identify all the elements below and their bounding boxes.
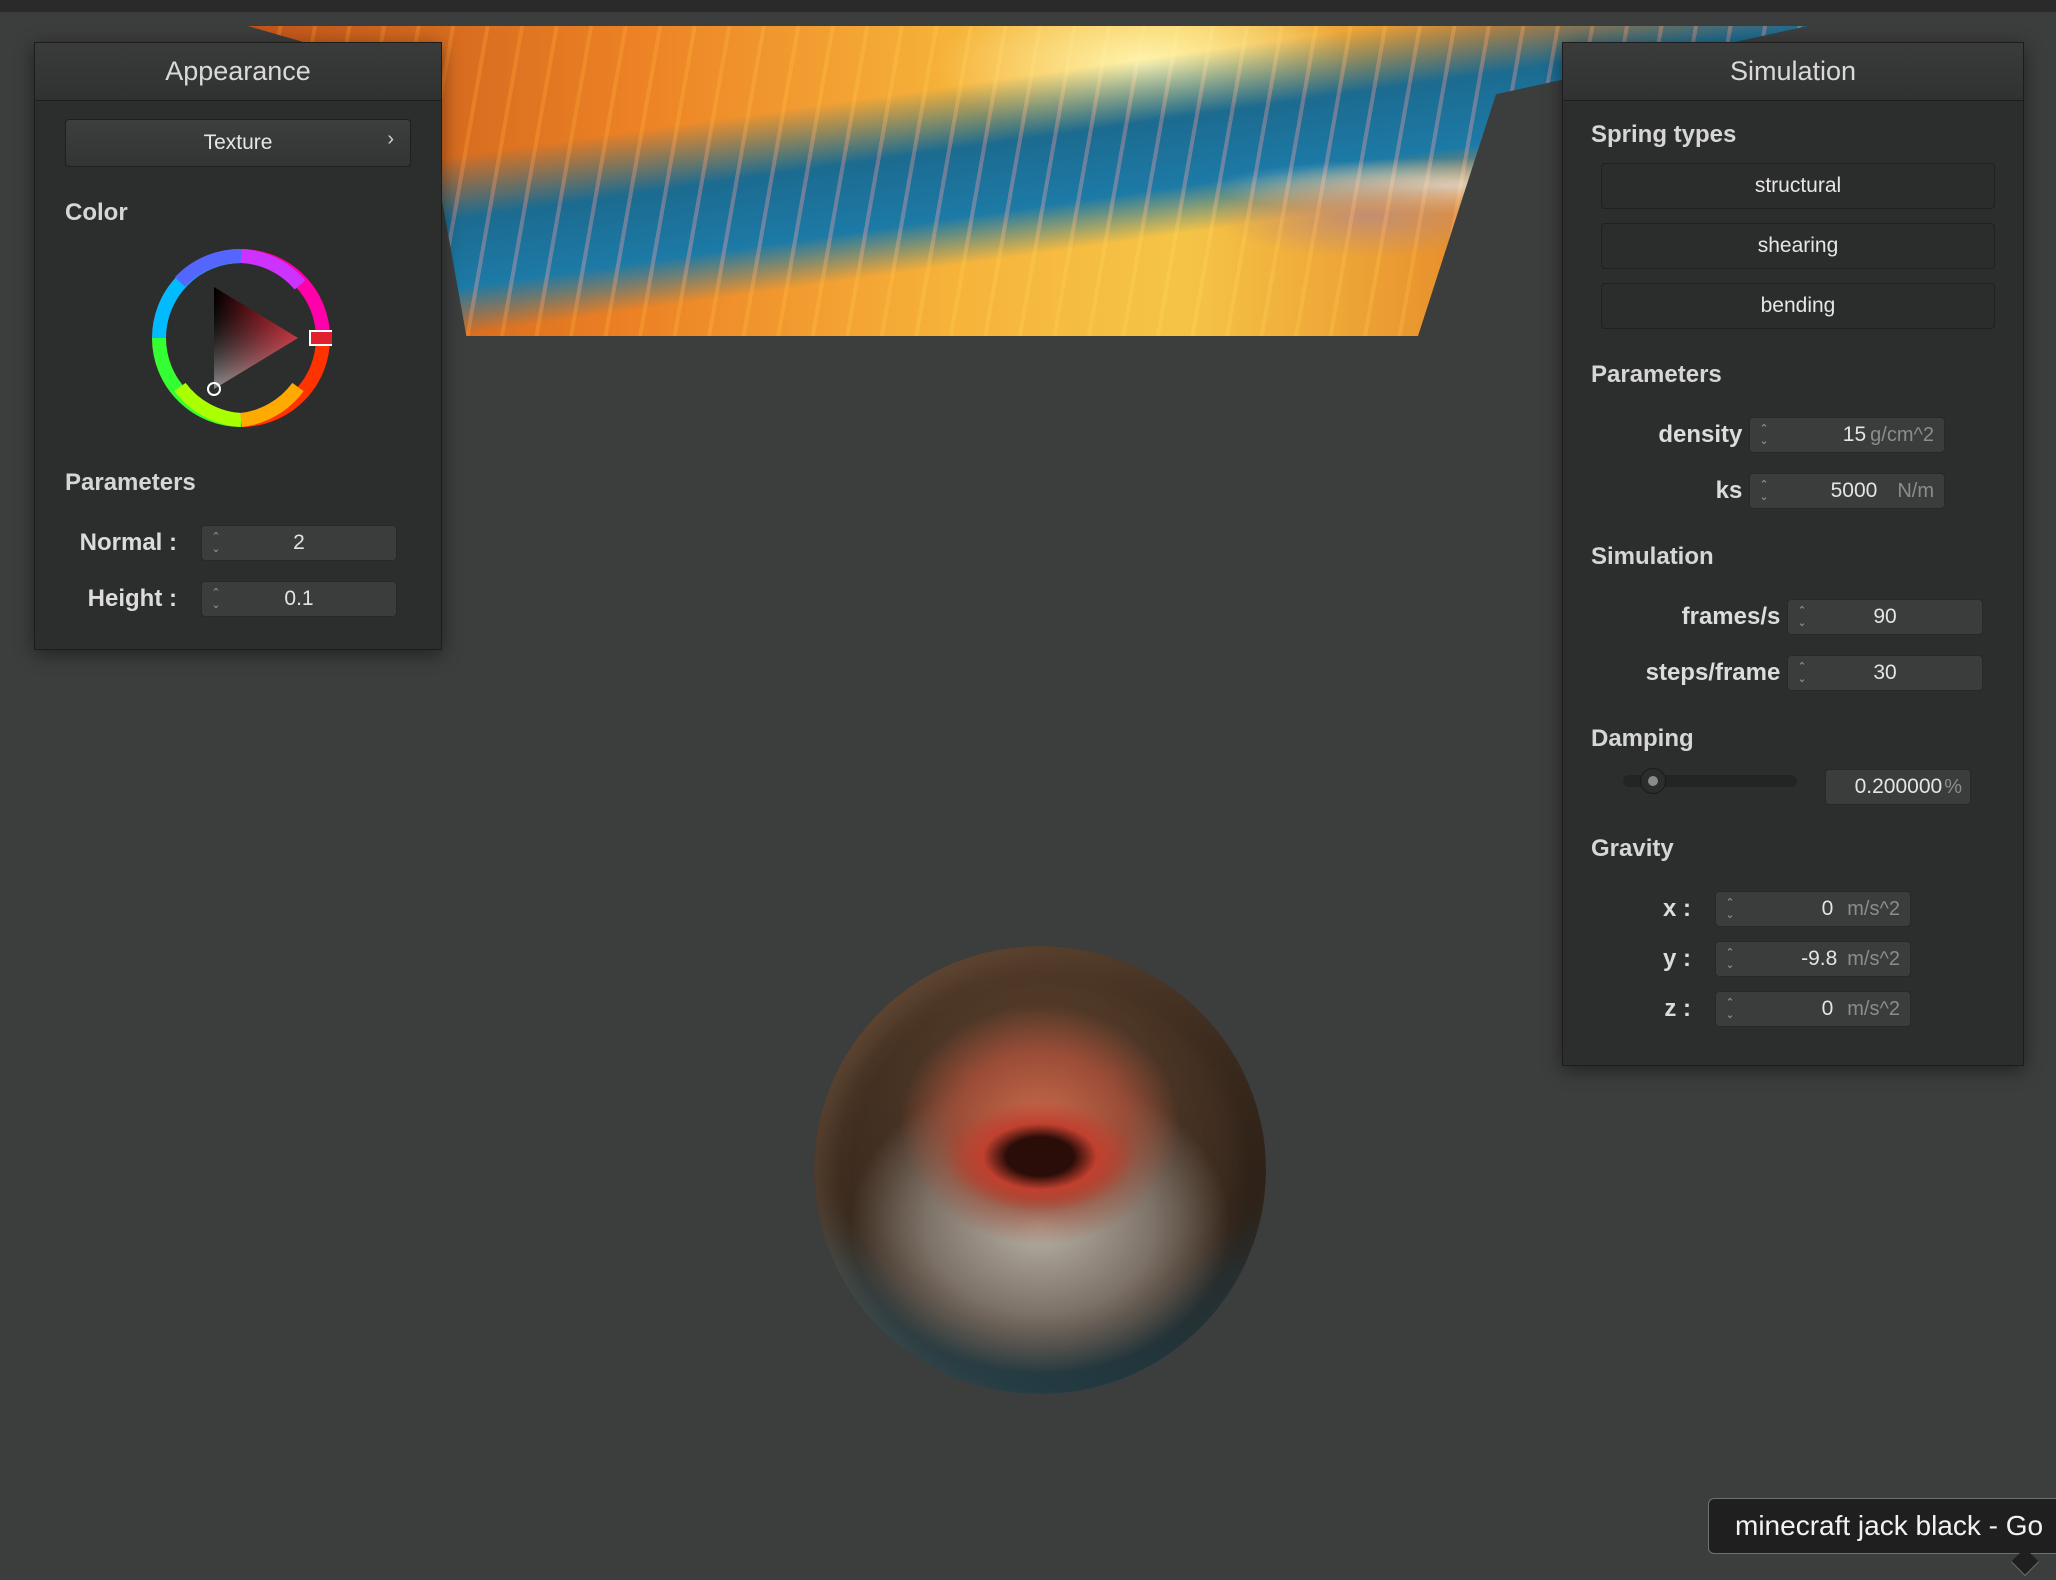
window-tooltip: minecraft jack black - Go (1708, 1498, 2056, 1554)
damping-unit: % (1944, 775, 1962, 798)
texture-button[interactable]: Texture › (65, 119, 411, 167)
damping-value: 0.200000 (1854, 775, 1943, 798)
damping-slider[interactable] (1623, 768, 1797, 794)
color-wheel[interactable] (150, 247, 337, 429)
gravity-y-unit: m/s^2 (1847, 947, 1900, 970)
density-unit: g/cm^2 (1870, 423, 1934, 446)
simulation-panel: Simulation Spring types structural shear… (1562, 42, 2024, 1066)
normal-label: Normal : (79, 529, 177, 556)
height-spinbox[interactable]: ⌃ ⌄ 0.1 (201, 581, 397, 617)
gravity-x-value: 0 (1821, 897, 1834, 920)
gravity-x-label: x : (1662, 895, 1691, 922)
chevron-right-icon: › (387, 128, 394, 150)
gravity-y-label: y : (1662, 945, 1691, 972)
steps-label: steps/frame : (1645, 659, 1795, 686)
gravity-y-value: -9.8 (1801, 947, 1838, 970)
ks-spinbox[interactable]: ⌃ ⌄ 5000 N/m (1749, 473, 1945, 509)
gravity-z-unit: m/s^2 (1847, 997, 1900, 1020)
density-label: density : (1658, 421, 1757, 448)
normal-spinbox[interactable]: ⌃ ⌄ 2 (201, 525, 397, 561)
spin-arrows-icon[interactable]: ⌃ ⌄ (1750, 418, 1778, 452)
density-value: 15 (1842, 423, 1867, 446)
structural-button[interactable]: structural (1601, 163, 1995, 209)
ks-label: ks : (1715, 477, 1757, 504)
shearing-button[interactable]: shearing (1601, 223, 1995, 269)
steps-spinbox[interactable]: ⌃ ⌄ 30 (1787, 655, 1983, 691)
height-label: Height : (87, 585, 177, 612)
normal-value: 2 (293, 531, 305, 554)
gravity-x-unit: m/s^2 (1847, 897, 1900, 920)
damping-label: Damping (1591, 725, 1694, 752)
gravity-z-value: 0 (1821, 997, 1834, 1020)
sphere-mesh (814, 946, 1266, 1394)
frames-spinbox[interactable]: ⌃ ⌄ 90 (1787, 599, 1983, 635)
sim-parameters-label: Parameters (1591, 361, 1722, 388)
height-value: 0.1 (284, 587, 314, 610)
ks-unit: N/m (1897, 479, 1934, 502)
spin-arrows-icon[interactable]: ⌃ ⌄ (1716, 892, 1744, 926)
texture-button-label: Texture (203, 131, 273, 154)
color-label: Color (65, 199, 128, 226)
gravity-x-spinbox[interactable]: ⌃ ⌄ 0 m/s^2 (1715, 891, 1911, 927)
appearance-parameters-label: Parameters (65, 469, 196, 496)
gravity-z-spinbox[interactable]: ⌃ ⌄ 0 m/s^2 (1715, 991, 1911, 1027)
spin-arrows-icon[interactable]: ⌃ ⌄ (1788, 600, 1816, 634)
frames-value: 90 (1873, 605, 1897, 628)
ks-value: 5000 (1830, 479, 1878, 502)
spin-arrows-icon[interactable]: ⌃ ⌄ (1788, 656, 1816, 690)
simulation-title: Simulation (1563, 43, 2023, 101)
gravity-label: Gravity (1591, 835, 1674, 862)
appearance-panel: Appearance Texture › Color Parameters No… (34, 42, 442, 650)
density-spinbox[interactable]: ⌃ ⌄ 15 g/cm^2 (1749, 417, 1945, 453)
steps-value: 30 (1873, 661, 1897, 684)
frames-label: frames/s : (1681, 603, 1795, 630)
gravity-y-spinbox[interactable]: ⌃ ⌄ -9.8 m/s^2 (1715, 941, 1911, 977)
gravity-z-label: z : (1664, 995, 1691, 1022)
spin-arrows-icon[interactable]: ⌃ ⌄ (1750, 474, 1778, 508)
spring-types-label: Spring types (1591, 121, 1737, 148)
hue-marker[interactable] (309, 330, 337, 346)
bending-button[interactable]: bending (1601, 283, 1995, 329)
simulation-section-label: Simulation (1591, 543, 1714, 570)
spin-arrows-icon[interactable]: ⌃ ⌄ (202, 582, 230, 616)
spin-arrows-icon[interactable]: ⌃ ⌄ (202, 526, 230, 560)
spin-arrows-icon[interactable]: ⌃ ⌄ (1716, 992, 1744, 1026)
appearance-title: Appearance (35, 43, 441, 101)
damping-slider-handle[interactable] (1640, 768, 1666, 794)
tooltip-text: minecraft jack black - Go (1735, 1510, 2044, 1541)
spin-arrows-icon[interactable]: ⌃ ⌄ (1716, 942, 1744, 976)
damping-field[interactable]: 0.200000 % (1825, 769, 1971, 805)
